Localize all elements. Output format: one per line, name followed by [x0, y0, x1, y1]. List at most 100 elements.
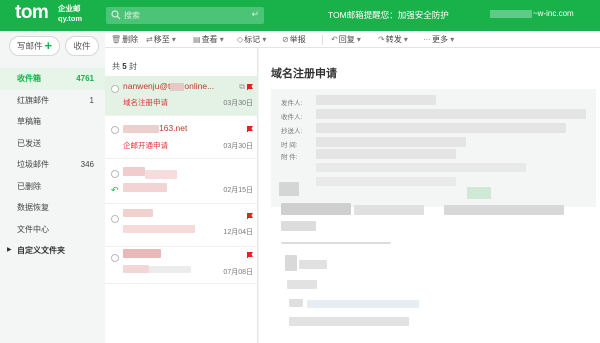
- chevron-down-icon: ▾: [354, 35, 361, 44]
- sidebar-item-label: 已发送: [17, 138, 41, 148]
- sidebar-item-label: 文件中心: [17, 224, 49, 234]
- select-radio[interactable]: [111, 215, 119, 223]
- chevron-down-icon: ▾: [169, 35, 176, 44]
- sidebar-item-flagged[interactable]: 红旗邮件 1: [0, 90, 105, 112]
- redacted-body: [299, 260, 327, 269]
- block-icon: ⊘: [282, 35, 289, 44]
- redacted-sender: [123, 249, 161, 258]
- redacted-block: [170, 82, 185, 91]
- sidebar-item-sent[interactable]: 已发送: [0, 133, 105, 155]
- forward-button[interactable]: ↷转发 ▾: [378, 34, 409, 45]
- mark-button[interactable]: ◇标记 ▾: [237, 34, 267, 45]
- sidebar-item-label: 红旗邮件: [17, 95, 49, 105]
- chevron-down-icon: ▾: [401, 35, 408, 44]
- sidebar-item-deleted[interactable]: 已删除: [0, 176, 105, 198]
- compose-button[interactable]: 写邮件 +: [9, 36, 60, 56]
- mail-toolbar: 🗑删除 ⇄移至 ▾ ▤查看 ▾ ◇标记 ▾ ⊘举报 ↶回复 ▾ ↷转发 ▾ ··…: [105, 31, 600, 48]
- red-flag-icon[interactable]: [247, 213, 253, 219]
- logo-sub-line1: 企业邮: [58, 4, 81, 13]
- mail-row[interactable]: ↶ 02月15日: [105, 160, 258, 204]
- chevron-down-icon: ▾: [217, 35, 224, 44]
- sidebar-item-label: 垃圾邮件: [17, 160, 49, 169]
- mail-row[interactable]: 163.net 企邮开通申请 03月30日: [105, 117, 258, 159]
- select-radio[interactable]: [111, 254, 119, 262]
- red-flag-icon[interactable]: [247, 252, 253, 258]
- tom-logo[interactable]: tom: [15, 2, 49, 24]
- report-label: 举报: [289, 35, 306, 44]
- move-to-button[interactable]: ⇄移至 ▾: [146, 34, 177, 45]
- search-input[interactable]: [124, 8, 244, 22]
- move-arrows-icon: ⇄: [146, 35, 153, 44]
- sidebar-item-count: 346: [80, 160, 94, 169]
- redacted-sender: [123, 167, 145, 176]
- search-enter-icon[interactable]: ↵: [251, 9, 259, 20]
- plus-icon: +: [44, 38, 53, 53]
- select-radio[interactable]: [111, 170, 119, 178]
- sidebar-item-file-center[interactable]: 文件中心: [0, 219, 105, 241]
- mail-row[interactable]: 12月04日: [105, 205, 258, 247]
- sidebar-item-count: 1: [89, 95, 94, 105]
- redacted-link[interactable]: [307, 300, 419, 308]
- red-flag-icon[interactable]: [247, 126, 253, 132]
- mail-row[interactable]: nanwenju@t online... ⧉ 域名注册申请 03月30日: [105, 76, 258, 116]
- redacted-body: [285, 255, 297, 271]
- select-radio[interactable]: [111, 126, 119, 134]
- search-icon[interactable]: [111, 10, 121, 20]
- attachment-chip[interactable]: [467, 187, 491, 199]
- mark-label: 标记: [244, 35, 261, 44]
- to-label: 收件人:: [281, 114, 303, 121]
- security-notice[interactable]: TOM邮箱提醒您：加强安全防护: [328, 9, 449, 21]
- time-label: 时 间:: [281, 142, 298, 149]
- more-dots-icon: ···: [423, 35, 431, 44]
- redacted-subject: [123, 225, 195, 233]
- sidebar-item-data-recovery[interactable]: 数据恢复: [0, 197, 105, 219]
- count-prefix: 共: [112, 62, 120, 71]
- delete-button[interactable]: 🗑删除: [111, 34, 138, 45]
- sidebar-item-custom-folders[interactable]: ▶ 自定义文件夹: [0, 240, 105, 262]
- view-button[interactable]: ▤查看 ▾: [193, 34, 225, 45]
- report-button[interactable]: ⊘举报: [282, 34, 306, 45]
- reply-button[interactable]: ↶回复 ▾: [331, 34, 362, 45]
- count-suffix: 封: [128, 62, 137, 71]
- redacted-to: [316, 109, 586, 119]
- redacted-body: [444, 205, 564, 215]
- redacted-block: [123, 124, 159, 133]
- receive-button[interactable]: 收件: [65, 36, 99, 56]
- tag-icon: ◇: [237, 35, 244, 44]
- sidebar-item-spam[interactable]: 垃圾邮件 346: [0, 154, 105, 176]
- sidebar-item-label: 草稿箱: [17, 117, 41, 126]
- chevron-down-icon: ▾: [448, 35, 455, 44]
- account-address[interactable]: ~w-inc.com: [490, 9, 574, 18]
- mail-date: 07月08日: [223, 269, 253, 276]
- sender-text: 163.net: [159, 123, 188, 133]
- chevron-down-icon: ▾: [260, 35, 267, 44]
- select-radio[interactable]: [111, 85, 119, 93]
- more-label: 更多: [432, 35, 448, 44]
- expand-triangle-icon[interactable]: ▶: [7, 240, 12, 262]
- count-value: 5: [122, 62, 127, 71]
- mail-sender: nanwenju@t online...: [123, 81, 214, 91]
- more-button[interactable]: ···更多 ▾: [423, 34, 455, 45]
- sidebar-item-inbox[interactable]: 收件箱 4761: [0, 68, 105, 90]
- mail-title: 域名注册申请: [271, 68, 337, 80]
- mail-row[interactable]: 07月08日: [105, 248, 258, 284]
- logo-sub-line2: qy.tom: [58, 14, 83, 23]
- red-flag-icon[interactable]: [247, 84, 253, 90]
- mail-subject: 域名注册申请: [123, 98, 168, 107]
- sidebar-item-label: 已删除: [17, 181, 41, 191]
- redacted-body: [289, 299, 303, 307]
- logo-subtitle: 企业邮 qy.tom: [58, 4, 82, 24]
- sender-tail: online...: [184, 81, 215, 91]
- redacted-body: [287, 280, 317, 289]
- sidebar-item-drafts[interactable]: 草稿箱: [0, 111, 105, 133]
- reply-label: 回复: [338, 35, 355, 44]
- search-box[interactable]: ↵: [106, 7, 264, 24]
- sidebar-item-count: 4761: [76, 74, 94, 83]
- compose-label: 写邮件: [16, 41, 43, 51]
- attachment-icon: ⧉: [239, 82, 245, 91]
- redacted-subject: [123, 183, 167, 192]
- sidebar: 写邮件 + 收件 收件箱 4761 红旗邮件 1 草稿箱 已发送 垃圾邮件 346…: [0, 31, 105, 343]
- account-name-redacted: [490, 9, 532, 18]
- mail-date: 02月15日: [223, 187, 253, 194]
- sidebar-item-label: 数据恢复: [17, 203, 49, 212]
